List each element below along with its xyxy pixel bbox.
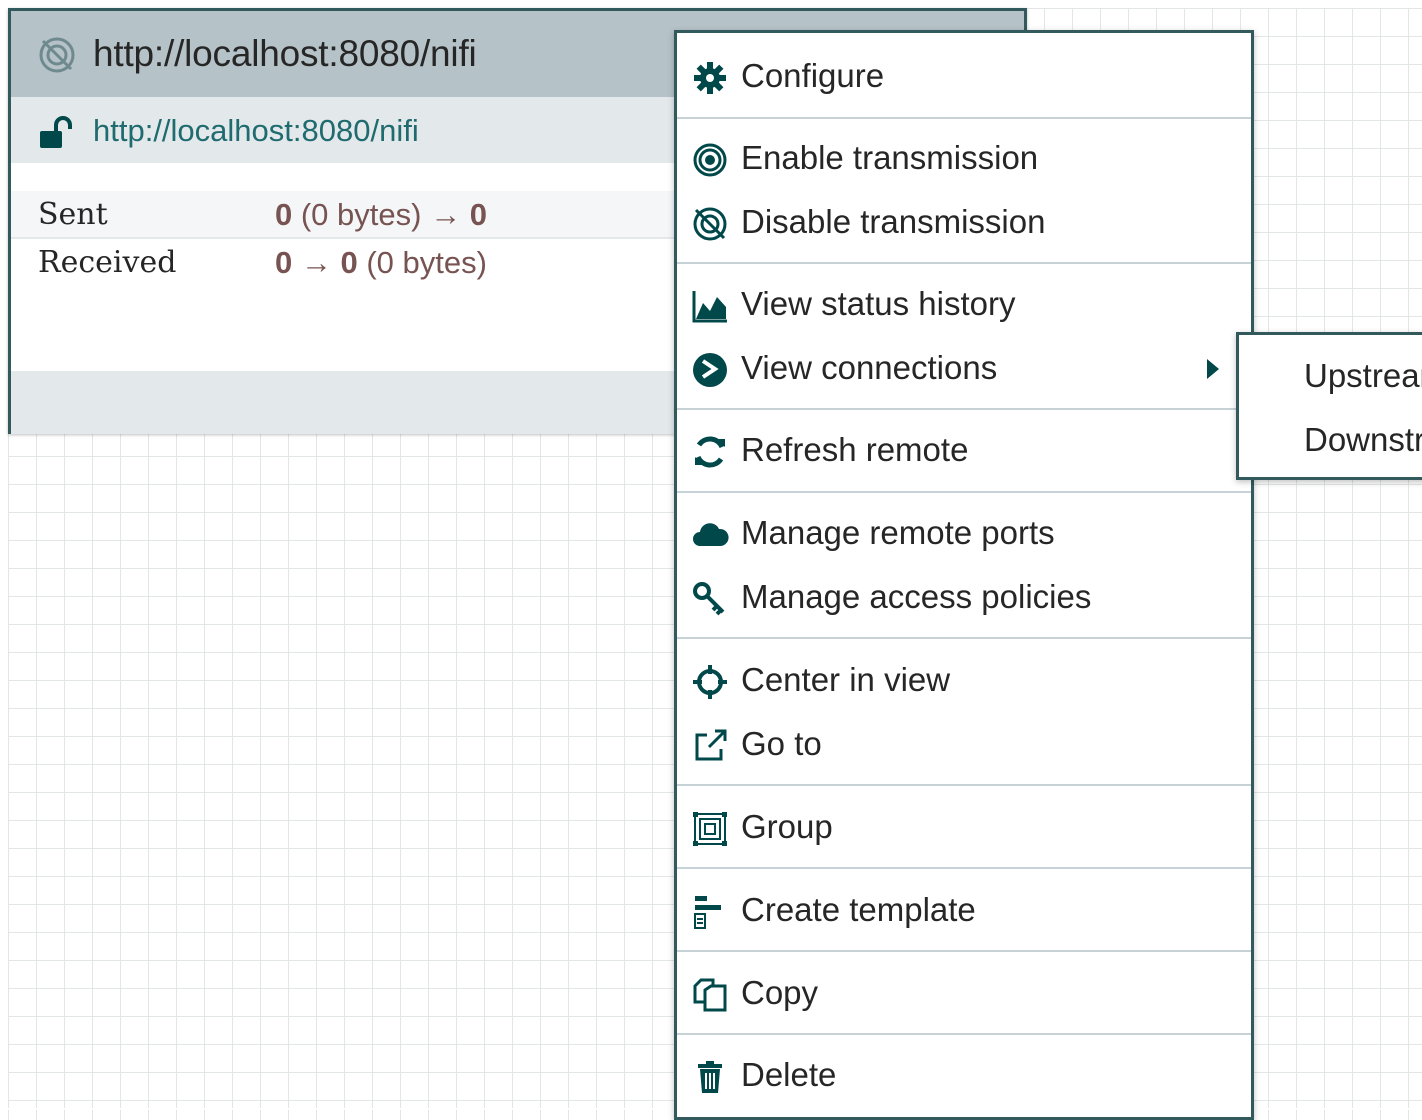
menu-separator: [677, 117, 1251, 119]
menu-separator: [677, 491, 1251, 493]
stat-value-sent: 0 (0 bytes) → 0: [275, 197, 487, 232]
menu-item-delete[interactable]: Delete: [677, 1046, 1251, 1106]
menu-item-label: View connections: [741, 349, 998, 386]
group-icon: [693, 812, 727, 846]
menu-item-view-connections[interactable]: View connections: [677, 339, 1251, 399]
menu-item-label: Manage access policies: [741, 578, 1092, 615]
copy-icon: [693, 978, 727, 1012]
rpg-title: http://localhost:8080/nifi: [93, 33, 477, 74]
key-icon: [693, 582, 725, 616]
submenu-item-upstream[interactable]: Upstream: [1304, 357, 1422, 395]
area-chart-icon: [692, 291, 727, 323]
chevron-right-icon: [1207, 359, 1219, 379]
menu-separator: [677, 1033, 1251, 1035]
menu-item-enable-transmission[interactable]: Enable transmission: [677, 129, 1251, 189]
menu-separator: [677, 950, 1251, 952]
menu-item-label: Disable transmission: [741, 203, 1046, 240]
menu-separator: [677, 784, 1251, 786]
connections-submenu: Upstream Downstream: [1236, 332, 1422, 480]
menu-item-label: Enable transmission: [741, 139, 1039, 176]
menu-item-view-status-history[interactable]: View status history: [677, 275, 1251, 335]
menu-item-create-template[interactable]: Create template: [677, 881, 1251, 941]
menu-item-group[interactable]: Group: [677, 798, 1251, 858]
menu-item-label: Copy: [741, 974, 819, 1011]
submenu-item-downstream[interactable]: Downstream: [1304, 421, 1422, 459]
menu-item-manage-access-policies[interactable]: Manage access policies: [677, 568, 1251, 628]
menu-item-disable-transmission[interactable]: Disable transmission: [677, 193, 1251, 253]
menu-item-label: View status history: [741, 285, 1016, 322]
template-icon: [694, 896, 721, 929]
menu-separator: [677, 637, 1251, 639]
crosshair-icon: [693, 665, 727, 699]
menu-item-center-in-view[interactable]: Center in view: [677, 651, 1251, 711]
menu-item-copy[interactable]: Copy: [677, 964, 1251, 1024]
canvas-edge: [0, 0, 8, 1110]
canvas-edge: [0, 0, 1422, 8]
gear-icon: [694, 62, 726, 94]
menu-item-label: Group: [741, 808, 833, 845]
transmit-enable-icon: [693, 143, 727, 177]
menu-item-label: Delete: [741, 1056, 837, 1093]
refresh-icon: [695, 436, 725, 468]
menu-item-label: Go to: [741, 725, 822, 762]
external-link-icon: [695, 729, 727, 761]
menu-separator: [677, 262, 1251, 264]
menu-item-label: Configure: [741, 57, 885, 94]
menu-separator: [677, 867, 1251, 869]
menu-item-refresh-remote[interactable]: Refresh remote: [677, 421, 1251, 481]
stat-value-received: 0 → 0 (0 bytes): [275, 245, 487, 280]
stat-label-received: Received: [38, 245, 177, 280]
menu-item-label: Center in view: [741, 661, 951, 698]
transmit-disable-icon: [693, 207, 727, 241]
menu-item-label: Refresh remote: [741, 431, 969, 468]
trash-icon: [698, 1061, 722, 1093]
menu-item-label: Manage remote ports: [741, 514, 1055, 551]
context-menu: Configure Enable transmission Disable tr…: [674, 30, 1254, 1120]
transmit-disabled-icon: [39, 37, 75, 73]
menu-item-go-to[interactable]: Go to: [677, 715, 1251, 775]
rpg-target-uri[interactable]: http://localhost:8080/nifi: [93, 113, 419, 149]
menu-separator: [677, 408, 1251, 410]
connections-icon: [693, 353, 727, 387]
menu-item-configure[interactable]: Configure: [677, 47, 1251, 107]
unlocked-icon: [40, 116, 72, 148]
menu-item-manage-remote-ports[interactable]: Manage remote ports: [677, 504, 1251, 564]
cloud-icon: [693, 523, 729, 546]
stat-label-sent: Sent: [38, 197, 108, 232]
menu-item-label: Create template: [741, 891, 976, 928]
